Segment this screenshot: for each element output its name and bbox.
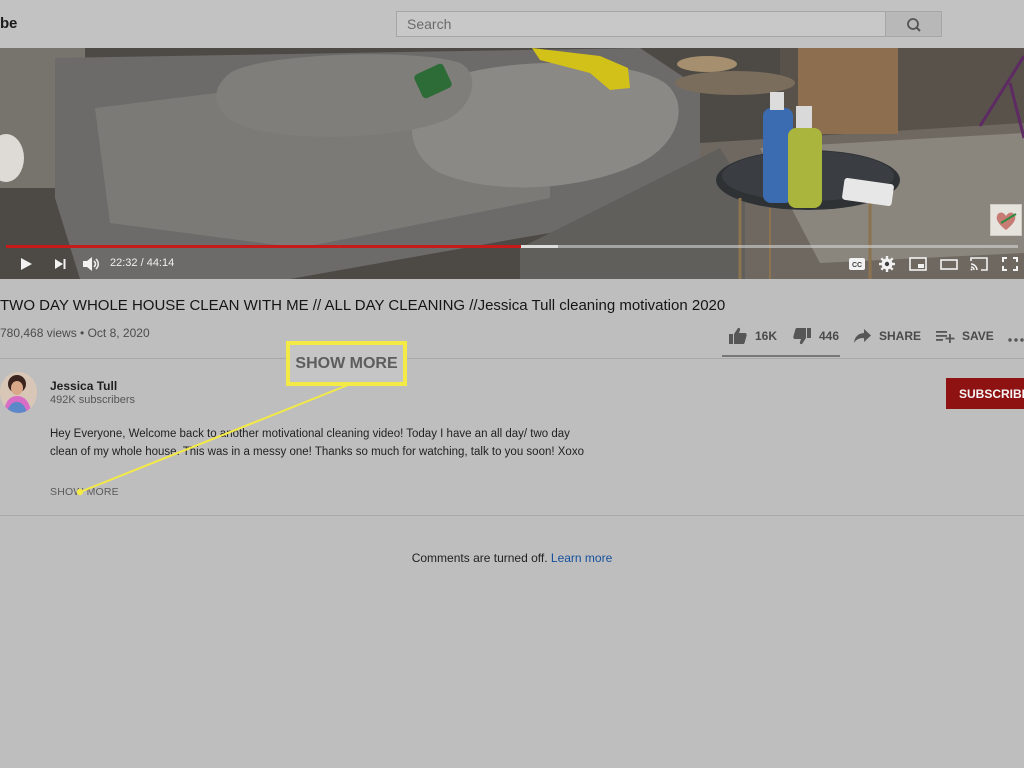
next-button[interactable]: [51, 252, 69, 276]
theater-mode-icon: [940, 259, 958, 270]
more-horizontal-icon: [1008, 338, 1024, 342]
like-button[interactable]: 16K: [728, 325, 777, 347]
avatar-image: [0, 372, 37, 413]
youtube-logo[interactable]: be: [0, 15, 17, 32]
channel-watermark[interactable]: [990, 204, 1022, 236]
playlist-add-icon: [936, 331, 955, 343]
video-title: TWO DAY WHOLE HOUSE CLEAN WITH ME // ALL…: [0, 297, 726, 314]
primary-divider: [0, 358, 1024, 359]
more-actions-button[interactable]: [1008, 325, 1024, 347]
share-icon: [854, 329, 871, 343]
description-divider: [0, 515, 1024, 516]
search-input[interactable]: [397, 12, 885, 36]
video-player[interactable]: 22:32 / 44:14 CC: [0, 48, 1024, 279]
save-label: SAVE: [962, 329, 994, 343]
fullscreen-button[interactable]: [999, 252, 1021, 276]
settings-icon: [879, 256, 895, 272]
captions-icon: CC: [849, 258, 865, 270]
like-count: 16K: [755, 329, 778, 343]
play-button[interactable]: [16, 252, 36, 276]
callout-label: SHOW MORE: [295, 354, 398, 372]
played-bar: [6, 245, 522, 248]
save-button[interactable]: SAVE: [935, 325, 994, 347]
subscribe-button[interactable]: SUBSCRIBE: [946, 378, 1024, 409]
comments-disabled-message: Comments are turned off. Learn more: [0, 551, 1024, 565]
miniplayer-icon: [909, 257, 927, 271]
share-label: SHARE: [879, 329, 922, 343]
dislike-count: 446: [819, 329, 840, 343]
youtube-watch-page: be Search 22:32 / 44:14 CC TWO DAY WHOLE…: [0, 0, 1024, 768]
show-more-link[interactable]: SHOW MORE: [50, 486, 119, 498]
volume-button[interactable]: [80, 252, 102, 276]
top-bar: be: [0, 0, 1024, 48]
heart-logo-icon: [996, 212, 1017, 230]
theater-mode-button[interactable]: [938, 252, 960, 276]
subscriber-count: 492K subscribers: [50, 394, 135, 406]
thumbs-up-icon: [729, 327, 747, 344]
next-icon: [55, 259, 66, 269]
fullscreen-icon: [1002, 257, 1018, 271]
time-display: 22:32 / 44:14: [110, 257, 175, 269]
volume-icon: [83, 257, 99, 271]
thumbs-down-icon: [793, 328, 811, 345]
dislike-button[interactable]: 446: [792, 325, 839, 347]
search-button[interactable]: [886, 11, 942, 37]
miniplayer-button[interactable]: [907, 252, 929, 276]
like-ratio-bar: [722, 355, 840, 357]
settings-button[interactable]: [877, 252, 897, 276]
cast-icon: [970, 257, 988, 271]
channel-avatar[interactable]: [0, 372, 37, 413]
progress-bar[interactable]: [6, 245, 1018, 248]
cast-button[interactable]: [968, 252, 990, 276]
play-icon: [21, 258, 32, 270]
video-description: Hey Everyone, Welcome back to another mo…: [50, 428, 584, 458]
learn-more-link[interactable]: Learn more: [551, 551, 612, 565]
search-box[interactable]: [396, 11, 886, 37]
svg-text:CC: CC: [852, 262, 862, 269]
share-button[interactable]: SHARE: [853, 325, 921, 347]
comments-off-text: Comments are turned off.: [411, 551, 548, 565]
search-icon: [907, 18, 921, 32]
video-meta: 780,468 views • Oct 8, 2020: [0, 326, 150, 340]
channel-name[interactable]: Jessica Tull: [50, 379, 117, 393]
callout-box: SHOW MORE: [286, 341, 407, 386]
player-controls: 22:32 / 44:14 CC: [0, 252, 1024, 279]
captions-button[interactable]: CC: [847, 252, 867, 276]
